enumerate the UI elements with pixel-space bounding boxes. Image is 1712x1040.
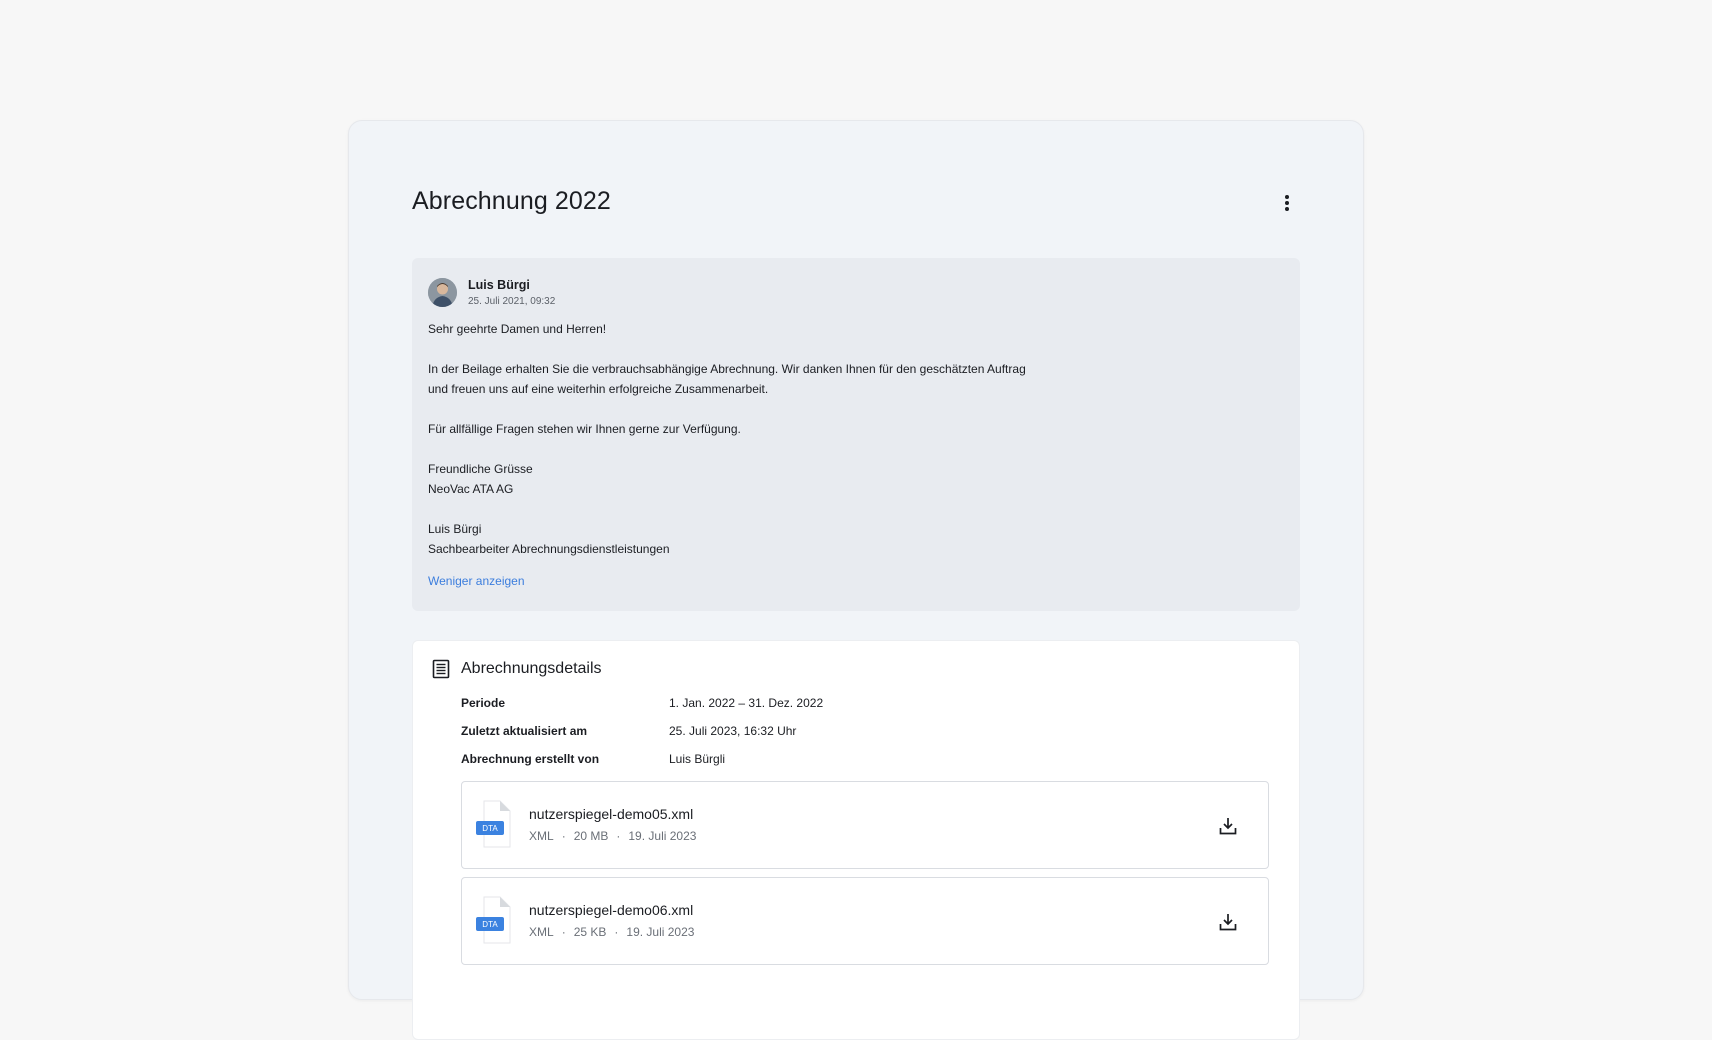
detail-value: Luis Bürgli (669, 752, 726, 766)
separator-dot: · (614, 925, 619, 939)
detail-key: Abrechnung erstellt von (461, 752, 600, 766)
file-badge: DTA (482, 824, 498, 833)
file-date: 19. Juli 2023 (626, 925, 695, 939)
file-size: 25 KB (573, 925, 607, 939)
message-paragraph: Freundliche Grüsse NeoVac ATA AG (428, 462, 533, 496)
file-date: 19. Juli 2023 (628, 829, 697, 843)
download-icon (1219, 914, 1237, 931)
file-item[interactable]: DTA nutzerspiegel-demo06.xml XML · 25 KB… (461, 877, 1269, 965)
file-meta: XML · 20 MB · 19. Juli 2023 (529, 829, 696, 843)
detail-key: Zuletzt aktualisiert am (461, 724, 588, 738)
separator-dot: · (561, 829, 566, 843)
separator-dot: · (616, 829, 621, 843)
message-body: Sehr geehrte Damen und Herren! In der Be… (428, 319, 1128, 559)
message-paragraph: In der Beilage erhalten Sie die verbrauc… (428, 362, 1026, 396)
billing-details-panel: Abrechnungsdetails Periode 1. Jan. 2022 … (412, 640, 1300, 1040)
more-vertical-icon (1285, 195, 1289, 211)
message-panel: Luis Bürgi 25. Juli 2021, 09:32 Sehr gee… (412, 258, 1300, 611)
detail-key: Periode (461, 696, 506, 710)
file-badge: DTA (482, 920, 498, 929)
list-document-icon (432, 659, 450, 679)
file-type: XML (529, 925, 554, 939)
document-card: Abrechnung 2022 Luis Bürgi 25. Juli 2021… (348, 120, 1364, 1040)
more-options-button[interactable] (1271, 187, 1303, 219)
file-dta-icon: DTA (476, 800, 511, 848)
message-paragraph: Luis Bürgi Sachbearbeiter Abrechnungsdie… (428, 522, 670, 556)
page-title: Abrechnung 2022 (412, 187, 611, 215)
file-name[interactable]: nutzerspiegel-demo06.xml (529, 902, 693, 918)
avatar (428, 278, 457, 307)
message-paragraph: Für allfällige Fragen stehen wir Ihnen g… (428, 422, 741, 436)
download-button[interactable] (1214, 812, 1242, 840)
file-item[interactable]: DTA nutzerspiegel-demo05.xml XML · 20 MB… (461, 781, 1269, 869)
file-meta: XML · 25 KB · 19. Juli 2023 (529, 925, 694, 939)
detail-value: 25. Juli 2023, 16:32 Uhr (669, 724, 797, 738)
details-title: Abrechnungsdetails (461, 660, 602, 677)
file-name[interactable]: nutzerspiegel-demo05.xml (529, 806, 693, 822)
show-less-link[interactable]: Weniger anzeigen (428, 574, 525, 588)
file-size: 20 MB (573, 829, 609, 843)
message-date: 25. Juli 2021, 09:32 (468, 296, 556, 307)
message-paragraph: Sehr geehrte Damen und Herren! (428, 322, 607, 336)
message-author: Luis Bürgi (468, 278, 530, 292)
download-button[interactable] (1214, 908, 1242, 936)
download-icon (1219, 818, 1237, 835)
file-type: XML (529, 829, 554, 843)
detail-value: 1. Jan. 2022 – 31. Dez. 2022 (669, 696, 824, 710)
details-header: Abrechnungsdetails (431, 659, 602, 679)
file-dta-icon: DTA (476, 896, 511, 944)
separator-dot: · (561, 925, 566, 939)
